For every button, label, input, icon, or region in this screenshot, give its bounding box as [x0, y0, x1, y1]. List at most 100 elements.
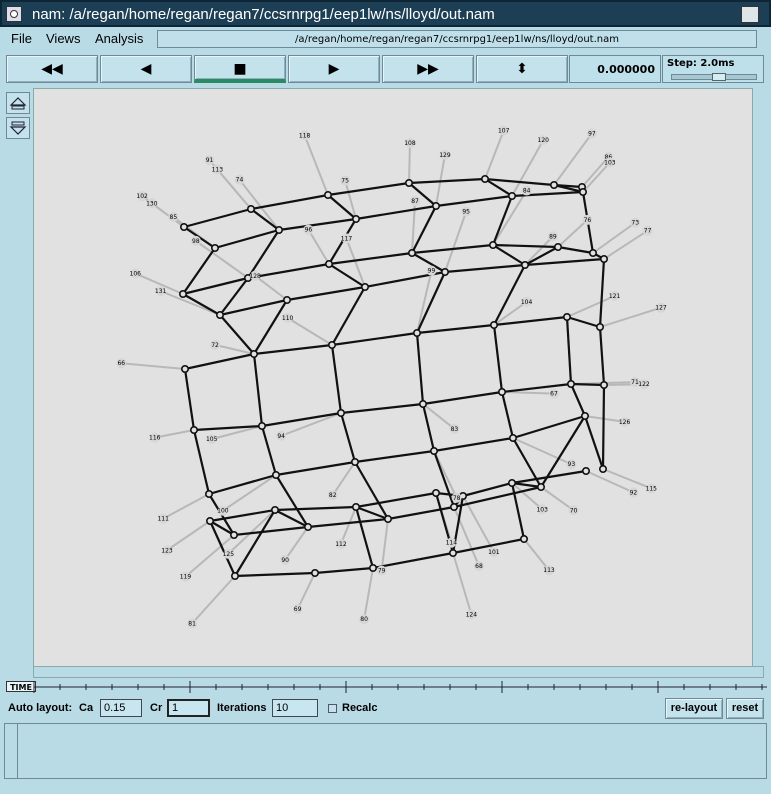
network-link	[501, 382, 572, 394]
network-node	[549, 181, 558, 190]
spoke-link	[501, 391, 555, 395]
file-path-display: /a/regan/home/regan/regan7/ccsrnrpg1/eep…	[157, 30, 757, 48]
node-label: 110	[282, 315, 294, 322]
network-link	[274, 505, 357, 512]
network-node	[598, 464, 607, 473]
vertical-scrollbar[interactable]	[752, 88, 764, 668]
menu-views[interactable]: Views	[46, 31, 80, 46]
network-node	[562, 313, 571, 322]
node-label: 122	[638, 381, 650, 388]
fast-forward-button[interactable]: ▶▶	[382, 55, 474, 83]
network-node	[350, 457, 359, 466]
menu-file[interactable]: File	[11, 31, 32, 46]
network-link	[354, 449, 435, 464]
network-node	[336, 408, 345, 417]
network-node	[407, 249, 416, 258]
minimize-button[interactable]	[741, 6, 759, 23]
network-link	[565, 316, 573, 385]
window-titlebar: nam: /a/regan/home/regan/regan7/ccsrnrpg…	[0, 0, 771, 27]
spoke-link	[191, 575, 236, 625]
network-node	[271, 505, 280, 514]
network-node	[206, 516, 215, 525]
node-label: 101	[488, 549, 500, 556]
network-link	[252, 353, 264, 427]
spoke-link	[280, 412, 342, 437]
network-link	[598, 258, 606, 328]
network-node	[599, 380, 608, 389]
network-link	[566, 315, 601, 329]
recalc-checkbox[interactable]	[328, 704, 337, 713]
node-label: 87	[411, 198, 419, 205]
node-label: 130	[146, 200, 158, 207]
annotation-scrollbar[interactable]	[5, 724, 18, 778]
zoom-in-button[interactable]	[6, 92, 30, 114]
network-node	[429, 446, 438, 455]
network-graph[interactable]: 130113118108107 97868574 75129120103106989…	[34, 89, 764, 668]
network-node	[324, 260, 333, 269]
node-label: 73	[631, 220, 639, 227]
node-label: 119	[180, 574, 192, 581]
network-node	[448, 548, 457, 557]
network-link	[492, 243, 559, 249]
annotation-panel[interactable]	[4, 723, 767, 779]
step-slider-thumb[interactable]	[712, 73, 726, 81]
node-label: 113	[543, 567, 555, 574]
network-node	[216, 311, 225, 320]
reset-button[interactable]: reset	[726, 698, 764, 719]
network-node	[303, 522, 312, 531]
iterations-label: Iterations	[217, 702, 267, 714]
network-link	[444, 263, 526, 274]
spoke-link	[296, 572, 316, 610]
eject-button[interactable]: ⬍	[476, 55, 568, 83]
network-node	[230, 530, 239, 539]
node-label: 108	[404, 140, 416, 147]
network-node	[368, 563, 377, 572]
stop-button[interactable]: ■	[194, 55, 286, 83]
spoke-link	[602, 468, 652, 490]
cr-input[interactable]	[167, 699, 210, 717]
network-node	[599, 255, 608, 264]
step-label: Step: 2.0ms	[667, 58, 735, 69]
node-label: 90	[281, 557, 289, 564]
network-node	[488, 241, 497, 250]
eject-icon: ⬍	[516, 61, 528, 77]
menu-analysis[interactable]: Analysis	[95, 31, 143, 46]
spoke-link	[287, 317, 333, 346]
time-slider[interactable]	[4, 680, 767, 694]
relayout-button[interactable]: re-layout	[665, 698, 723, 719]
network-link	[524, 257, 605, 267]
network-link	[500, 391, 515, 439]
node-label: 74	[236, 177, 244, 184]
cr-label: Cr	[150, 702, 163, 714]
step-control: Step: 2.0ms	[662, 55, 764, 83]
ca-input[interactable]	[100, 699, 142, 717]
node-label: 105	[206, 436, 218, 443]
network-node	[258, 421, 267, 430]
window-menu-button[interactable]	[6, 6, 22, 22]
iterations-input[interactable]	[272, 699, 318, 717]
node-label: 75	[341, 178, 349, 185]
spoke-link	[524, 235, 554, 266]
node-label: 125	[223, 551, 235, 558]
node-label: 113	[212, 166, 224, 173]
node-label: 104	[521, 299, 533, 306]
step-back-button[interactable]: ◀	[100, 55, 192, 83]
network-node	[275, 226, 284, 235]
node-label: 67	[550, 391, 558, 398]
network-canvas[interactable]: 130 113 118 108 107 97 86 85 74 75 129 120 103 106 98 9…	[33, 88, 764, 668]
spoke-link	[363, 567, 374, 620]
rewind-button[interactable]: ◀◀	[6, 55, 98, 83]
network-node	[383, 514, 392, 523]
spoke-link	[408, 142, 411, 184]
network-node	[181, 364, 190, 373]
step-slider[interactable]	[671, 73, 757, 81]
zoom-out-button[interactable]	[6, 117, 30, 139]
node-label: 80	[360, 616, 368, 623]
horizontal-scrollbar[interactable]	[33, 666, 764, 678]
network-link	[422, 390, 503, 406]
node-label: 89	[549, 233, 557, 240]
network-node	[449, 502, 458, 511]
network-link	[183, 207, 252, 229]
play-button[interactable]: ▶	[288, 55, 380, 83]
node-label: 69	[294, 606, 302, 613]
